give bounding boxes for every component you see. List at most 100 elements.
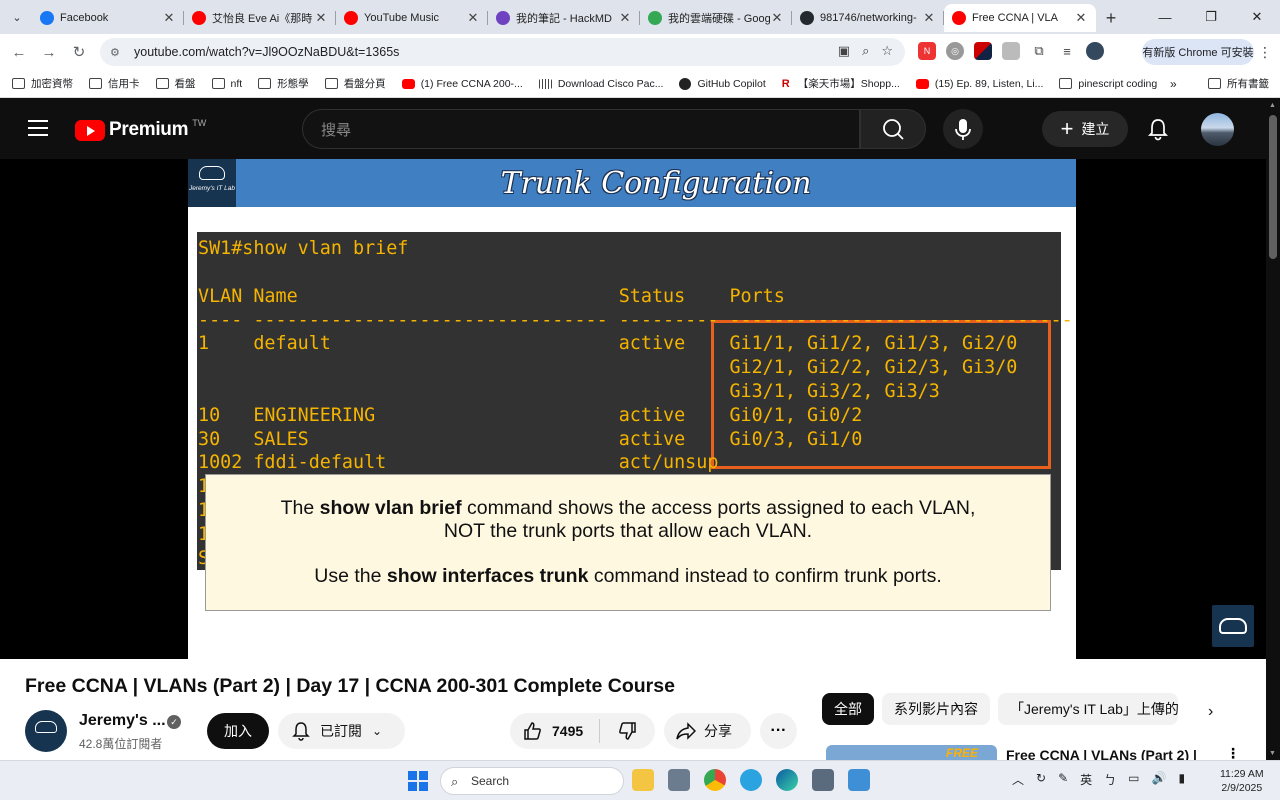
cisco-icon bbox=[538, 78, 552, 89]
scrollbar-thumb[interactable] bbox=[1269, 115, 1277, 259]
network-icon[interactable]: ▭ bbox=[1128, 771, 1139, 788]
close-tab-icon[interactable]: ✕ bbox=[770, 10, 784, 26]
ime-mode-icon[interactable]: ㄅ bbox=[1104, 771, 1116, 788]
back-arrow-icon[interactable]: ← bbox=[4, 37, 34, 67]
channel-watermark[interactable] bbox=[1212, 605, 1254, 647]
close-tab-icon[interactable]: ✕ bbox=[922, 10, 936, 26]
taskbar-search-box[interactable]: ⌕ Search bbox=[440, 767, 624, 795]
all-bookmarks[interactable]: 所有書籤 bbox=[1208, 76, 1269, 91]
tab-search-menu-icon[interactable]: ⌄ bbox=[6, 6, 28, 28]
notifications-bell-icon[interactable] bbox=[1147, 117, 1169, 146]
voice-search-button[interactable] bbox=[943, 109, 983, 149]
browser-tab[interactable]: 我的雲端硬碟 - Goog ✕ bbox=[640, 4, 792, 32]
close-window-icon[interactable]: ✕ bbox=[1234, 0, 1280, 34]
forward-arrow-icon[interactable]: → bbox=[34, 37, 64, 67]
flag-extension-icon[interactable] bbox=[974, 42, 992, 60]
channel-name[interactable]: Jeremy's ... bbox=[79, 712, 166, 730]
new-tab-plus-icon[interactable]: + bbox=[1096, 4, 1126, 32]
browser-tab[interactable]: 我的筆記 - HackMD ✕ bbox=[488, 4, 640, 32]
scroll-up-icon[interactable]: ▲ bbox=[1269, 102, 1276, 109]
bookmark-item[interactable]: Download Cisco Pac... bbox=[538, 78, 663, 90]
restore-icon[interactable]: ❐ bbox=[1188, 0, 1234, 34]
windows-start-icon[interactable] bbox=[408, 771, 428, 791]
close-tab-icon[interactable]: ✕ bbox=[162, 10, 176, 26]
scroll-down-icon[interactable]: ▼ bbox=[1269, 750, 1276, 757]
puzzle-icon[interactable]: ⧉ bbox=[1030, 42, 1048, 60]
search-input[interactable]: 搜尋 bbox=[302, 109, 860, 149]
profile-icon[interactable] bbox=[1086, 42, 1104, 60]
battery-icon[interactable]: ▮ bbox=[1178, 771, 1185, 788]
system-clock[interactable]: 11:29 AM 2/9/2025 bbox=[1220, 767, 1264, 795]
cast-icon[interactable]: ▣ bbox=[838, 43, 850, 59]
browser-tab[interactable]: YouTube Music ✕ bbox=[336, 4, 488, 32]
bookmark-item[interactable]: (15) Ep. 89, Listen, Li... bbox=[915, 78, 1043, 90]
folder-icon bbox=[155, 78, 169, 89]
page-scrollbar[interactable]: ▲ ▼ bbox=[1266, 99, 1280, 760]
bookmark-item[interactable]: 看盤分頁 bbox=[324, 76, 386, 91]
bookmark-item[interactable]: GitHub Copilot bbox=[679, 77, 766, 90]
notepad-icon[interactable] bbox=[848, 769, 870, 791]
chevron-right-icon[interactable]: › bbox=[1208, 703, 1213, 721]
folder-icon bbox=[1208, 78, 1221, 89]
video-player[interactable]: Jeremy's IT Lab Trunk Configuration SW1#… bbox=[0, 159, 1266, 659]
browser-tab[interactable]: 981746/networking- ✕ bbox=[792, 4, 944, 32]
browser-tab[interactable]: Free CCNA | VLA ✕ bbox=[944, 4, 1096, 32]
close-tab-icon[interactable]: ✕ bbox=[1074, 10, 1088, 26]
filter-chip[interactable]: 全部 bbox=[822, 693, 874, 725]
hamburger-menu-icon[interactable] bbox=[28, 120, 48, 136]
calculator-icon[interactable] bbox=[812, 769, 834, 791]
bookmark-item[interactable]: R 【楽天市場】Shopp... bbox=[782, 76, 900, 91]
account-avatar[interactable] bbox=[1201, 113, 1234, 146]
address-bar[interactable]: ⚙ youtube.com/watch?v=Jl9OOzNaBDU&t=1365… bbox=[100, 38, 905, 66]
youtube-premium-logo[interactable]: Premium TW bbox=[75, 118, 206, 141]
create-button[interactable]: + 建立 bbox=[1042, 111, 1128, 147]
more-bookmarks-chevron-icon[interactable]: » bbox=[1170, 77, 1177, 91]
bookmark-item[interactable]: 看盤 bbox=[155, 76, 196, 91]
close-tab-icon[interactable]: ✕ bbox=[618, 10, 632, 26]
sync-icon[interactable]: ↻ bbox=[1036, 771, 1046, 788]
next-video-thumbnail[interactable]: FREE bbox=[826, 745, 997, 760]
bookmark-item[interactable]: (1) Free CCNA 200-... bbox=[401, 78, 523, 90]
join-button[interactable]: 加入 bbox=[207, 713, 269, 749]
picture-extension-icon[interactable] bbox=[1002, 42, 1020, 60]
extension-icon[interactable]: ◎ bbox=[946, 42, 964, 60]
chrome-update-button[interactable]: 有新版 Chrome 可安裝 bbox=[1142, 39, 1254, 65]
search-button[interactable] bbox=[860, 109, 926, 149]
bookmark-item[interactable]: 形態學 bbox=[258, 76, 309, 91]
media-controls-icon[interactable]: ≡ bbox=[1058, 42, 1076, 60]
url-text[interactable]: youtube.com/watch?v=Jl9OOzNaBDU&t=1365s bbox=[134, 45, 399, 59]
bookmark-item[interactable]: 信用卡 bbox=[89, 76, 140, 91]
edge-icon[interactable] bbox=[776, 769, 798, 791]
dislike-button[interactable] bbox=[600, 721, 655, 741]
app-icon[interactable] bbox=[668, 769, 690, 791]
tray-chevron-up-icon[interactable]: ︿ bbox=[1012, 771, 1024, 788]
channel-avatar[interactable] bbox=[25, 710, 67, 752]
filter-chip[interactable]: 「Jeremy's IT Lab」上傳的 bbox=[998, 693, 1178, 725]
subscribed-button[interactable]: 已訂閱 ⌄ bbox=[278, 713, 405, 749]
share-button[interactable]: 分享 bbox=[664, 713, 751, 749]
close-tab-icon[interactable]: ✕ bbox=[466, 10, 480, 26]
telegram-icon[interactable] bbox=[740, 769, 762, 791]
bookmark-item[interactable]: nft bbox=[211, 78, 242, 90]
zoom-icon[interactable]: ⌕ bbox=[862, 43, 869, 59]
close-tab-icon[interactable]: ✕ bbox=[314, 10, 328, 26]
browser-tab[interactable]: 艾怡良 Eve Ai《那時 ✕ bbox=[184, 4, 336, 32]
ime-indicator[interactable]: 英 bbox=[1080, 771, 1092, 788]
chrome-icon[interactable] bbox=[704, 769, 726, 791]
new-badge-extension-icon[interactable]: N bbox=[918, 42, 936, 60]
reload-icon[interactable]: ↻ bbox=[64, 37, 94, 67]
bookmark-item[interactable]: 加密資幣 bbox=[12, 76, 73, 91]
bookmark-star-icon[interactable]: ☆ bbox=[881, 43, 893, 59]
volume-icon[interactable]: 🔊 bbox=[1152, 771, 1167, 788]
minimize-icon[interactable]: — bbox=[1142, 0, 1188, 34]
browser-tab[interactable]: Facebook ✕ bbox=[32, 4, 184, 32]
tab-favicon-icon bbox=[40, 11, 54, 25]
bookmark-item[interactable]: pinescript coding bbox=[1059, 78, 1157, 90]
filter-chip[interactable]: 系列影片內容 bbox=[882, 693, 990, 725]
site-info-icon[interactable]: ⚙ bbox=[110, 46, 126, 59]
browser-menu-icon[interactable]: ⋮ bbox=[1258, 44, 1272, 61]
more-actions-icon[interactable]: ··· bbox=[760, 713, 797, 749]
file-explorer-icon[interactable] bbox=[632, 769, 654, 791]
pen-icon[interactable]: ✎ bbox=[1058, 771, 1068, 788]
like-button[interactable]: 7495 bbox=[510, 719, 600, 743]
